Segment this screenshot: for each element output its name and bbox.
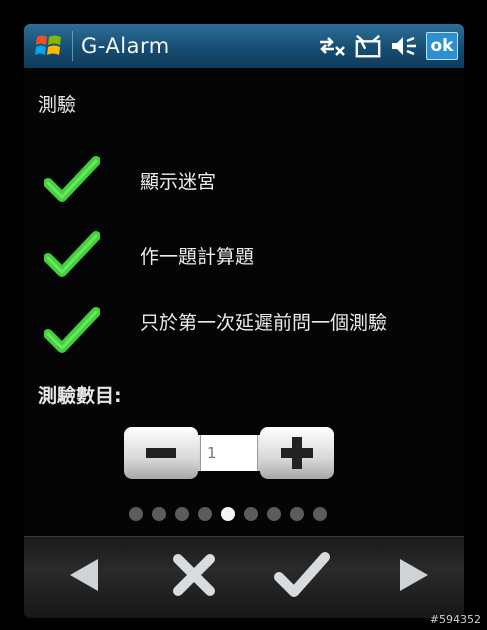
title-bar: G-Alarm ok [24, 24, 464, 68]
plus-icon [281, 437, 313, 469]
device-screen: G-Alarm ok 測驗 顯示迷宮 作一題計算題 只於第一次延遲前問一個測驗 … [24, 24, 464, 618]
status-icons: ok [318, 32, 458, 60]
connectivity-icon[interactable] [318, 32, 346, 60]
watermark-id: #594352 [429, 613, 481, 626]
confirm-button[interactable] [272, 549, 332, 601]
minus-icon [146, 448, 176, 458]
windows-start-icon[interactable] [32, 29, 66, 63]
page-dot[interactable] [152, 507, 166, 521]
page-dot[interactable] [267, 507, 281, 521]
check-icon[interactable] [44, 155, 100, 205]
next-button[interactable] [384, 549, 444, 601]
previous-button[interactable] [54, 549, 114, 601]
option-show-maze[interactable]: 顯示迷宮 [44, 155, 216, 205]
title-separator [72, 31, 73, 61]
bottom-toolbar [24, 536, 464, 618]
page-dot[interactable] [221, 507, 235, 521]
increment-button[interactable] [260, 427, 334, 479]
page-dot[interactable] [290, 507, 304, 521]
page-dot[interactable] [129, 507, 143, 521]
app-title: G-Alarm [81, 34, 170, 58]
stepper-value[interactable]: 1 [200, 435, 258, 471]
test-count-stepper: 1 [124, 427, 334, 479]
cancel-button[interactable] [164, 549, 224, 601]
page-indicator [129, 507, 327, 521]
page-dot[interactable] [175, 507, 189, 521]
previous-arrow-icon [70, 559, 98, 591]
page-dot[interactable] [313, 507, 327, 521]
decrement-button[interactable] [124, 427, 198, 479]
signal-off-icon[interactable] [354, 32, 382, 60]
cancel-x-icon [173, 554, 215, 596]
check-icon[interactable] [44, 306, 100, 356]
option-test-once[interactable]: 只於第一次延遲前問一個測驗 [44, 306, 387, 356]
ok-button[interactable]: ok [426, 32, 458, 60]
option-label: 顯示迷宮 [140, 170, 217, 193]
section-title: 測驗 [38, 94, 77, 116]
option-label: 只於第一次延遲前問一個測驗 [140, 311, 388, 334]
page-dot[interactable] [198, 507, 212, 521]
page-dot[interactable] [244, 507, 258, 521]
check-icon[interactable] [44, 230, 100, 280]
volume-muted-icon[interactable] [390, 32, 418, 60]
confirm-check-icon [274, 552, 330, 597]
option-label: 作一題計算題 [140, 245, 255, 268]
test-count-label: 測驗數目: [38, 385, 122, 407]
option-math-question[interactable]: 作一題計算題 [44, 230, 254, 280]
next-arrow-icon [400, 559, 428, 591]
